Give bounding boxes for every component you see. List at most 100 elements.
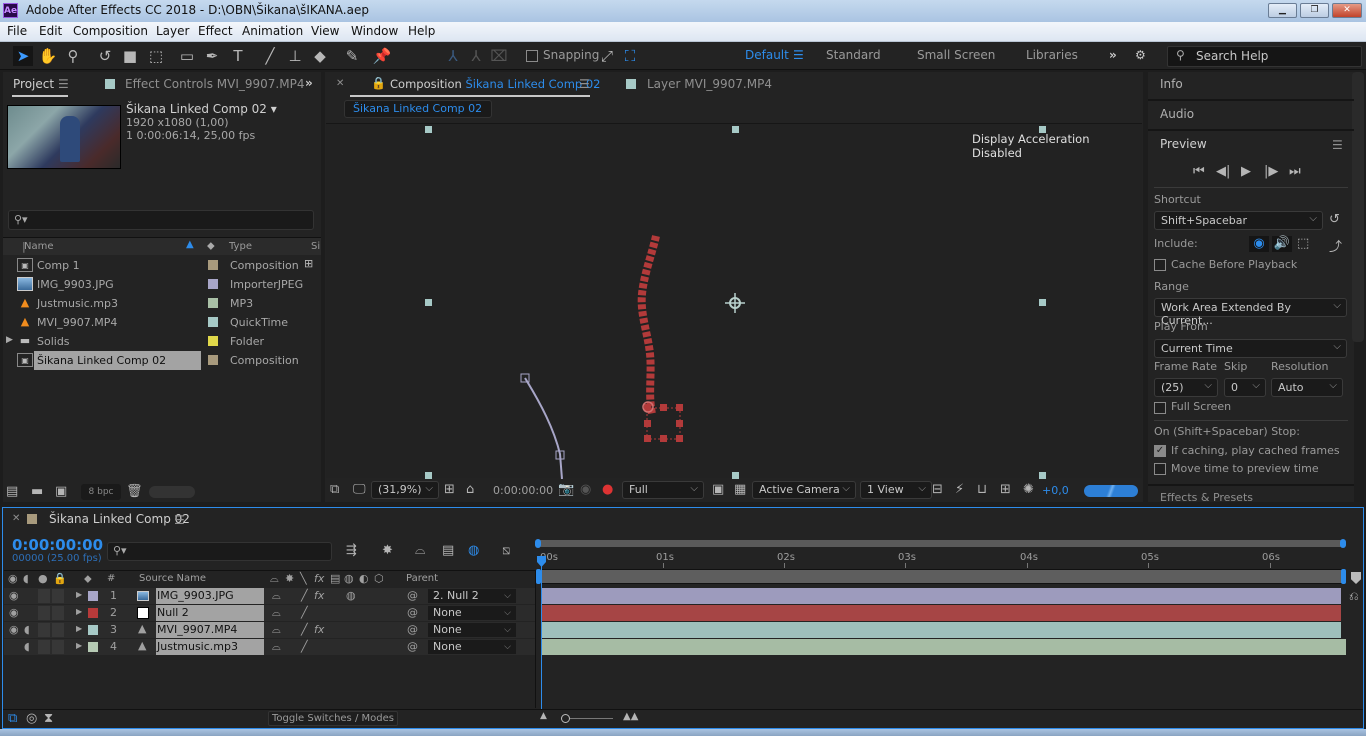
layer-switches-pane-icon[interactable]: ⧉ (8, 711, 17, 726)
dropdown-triangle-icon[interactable]: ▾ (271, 102, 277, 116)
tab-timeline-comp[interactable]: Šikana Linked Comp 02 (49, 512, 190, 526)
comp-mini-flowchart-icon[interactable]: ⇶ (346, 543, 357, 558)
project-item[interactable]: IMG_9903.JPG ImporterJPEG (0, 275, 320, 294)
workspace-default[interactable]: Default (745, 48, 789, 62)
label-color-swatch[interactable] (88, 642, 98, 652)
right-panel-scrollbar[interactable] (1352, 72, 1364, 342)
tab-composition[interactable]: Composition Šikana Linked Comp 02 (390, 77, 601, 91)
timeline-zoom-handle[interactable] (561, 714, 570, 723)
camera-tool-icon[interactable]: ■ (120, 46, 140, 66)
first-frame-icon[interactable]: ⏮ (1193, 164, 1205, 179)
always-preview-icon[interactable]: ⧉ (330, 482, 339, 497)
panel-info[interactable]: Info (1160, 77, 1183, 91)
motion-blur-icon[interactable]: ◍ (468, 543, 479, 558)
play-from-select[interactable]: Current Time ⌵ (1154, 339, 1347, 358)
puppet-pin-tool-icon[interactable]: 📌 (372, 46, 392, 66)
timeline-menu-icon[interactable]: ☰ (174, 513, 185, 527)
previous-frame-icon[interactable]: ◀| (1216, 164, 1230, 179)
include-audio-icon[interactable]: 🔊 (1272, 236, 1292, 252)
include-overlays-icon[interactable]: ⬚ (1297, 236, 1309, 251)
column-source-name[interactable]: Source Name (139, 573, 206, 584)
transparency-grid-icon[interactable]: ▦ (734, 482, 746, 497)
flowchart-icon[interactable]: ⊞ (1000, 482, 1011, 497)
selection-tool-icon[interactable]: ➤ (13, 46, 33, 66)
sort-ascending-icon[interactable]: ▲ (186, 239, 194, 250)
menu-composition[interactable]: Composition (73, 24, 148, 38)
close-timeline-tab-icon[interactable]: ✕ (12, 513, 20, 524)
solo-switch[interactable] (38, 623, 50, 637)
cache-before-playback-checkbox[interactable] (1154, 259, 1166, 271)
layer-name[interactable]: MVI_9907.MP4 (156, 622, 264, 638)
solo-switch[interactable] (38, 640, 50, 654)
last-frame-icon[interactable]: ⏭ (1289, 164, 1301, 179)
comp-viewer[interactable]: Display Acceleration Disabled (326, 123, 1142, 479)
snap-features-icon[interactable]: ⛶ (620, 46, 640, 66)
panel-effects-presets[interactable]: Effects & Presets (1160, 491, 1253, 504)
workspace-libraries[interactable]: Libraries (1026, 48, 1078, 62)
roto-brush-tool-icon[interactable]: ✎ (342, 46, 362, 66)
column-parent[interactable]: Parent (406, 573, 438, 584)
layer-duration-bar[interactable] (542, 605, 1341, 621)
channel-rgb-icon[interactable]: ● (602, 482, 613, 497)
view-layout-select[interactable]: 1 View ⌵ (860, 481, 932, 499)
label-color-swatch[interactable] (88, 591, 98, 601)
bit-depth-button[interactable]: 8 bpc (81, 484, 121, 500)
project-panel-menu-icon[interactable]: ☰ (58, 77, 69, 91)
layer-row[interactable]: ◖ ▶ 4 ▲ Justmusic.mp3 ⌓ ╱ @ None ⌵ (4, 639, 536, 655)
timeline-current-time[interactable]: 0:00:00:00 (12, 536, 103, 554)
label-color-swatch[interactable] (208, 279, 218, 289)
label-color-swatch[interactable] (88, 625, 98, 635)
workspace-standard[interactable]: Standard (826, 48, 881, 62)
show-snapshot-icon[interactable]: ◉ (580, 482, 591, 497)
work-area-bar[interactable] (540, 569, 1343, 584)
panel-audio[interactable]: Audio (1160, 107, 1194, 121)
menu-help[interactable]: Help (408, 24, 435, 38)
eraser-tool-icon[interactable]: ◆ (310, 46, 330, 66)
menu-view[interactable]: View (311, 24, 339, 38)
label-color-swatch[interactable] (208, 260, 218, 270)
frame-blending-icon[interactable]: ▤ (442, 543, 454, 558)
monitor-icon[interactable]: 🖵 (353, 482, 366, 497)
range-select[interactable]: Work Area Extended By Current... ⌵ (1154, 298, 1347, 327)
local-axis-icon[interactable]: ⅄ (443, 46, 463, 66)
preview-menu-icon[interactable]: ☰ (1332, 138, 1343, 152)
navigator-start-handle[interactable] (535, 539, 541, 548)
parent-select[interactable]: 2. Null 2 ⌵ (428, 589, 516, 603)
move-time-checkbox[interactable] (1154, 463, 1166, 475)
column-name[interactable]: Name (24, 241, 54, 252)
parent-select[interactable]: None ⌵ (428, 606, 516, 620)
view-axis-icon[interactable]: ⌧ (489, 46, 509, 66)
project-search-input[interactable]: ⚲▾ (8, 210, 314, 230)
lock-switch[interactable] (52, 640, 64, 654)
audio-speaker-icon[interactable]: ◖ (24, 640, 30, 653)
comp-breadcrumb[interactable]: Šikana Linked Comp 02 (344, 100, 492, 118)
expand-triangle-icon[interactable]: ▶ (76, 607, 82, 616)
resolution-select[interactable]: Full ⌵ (622, 481, 704, 499)
mask-visibility-icon[interactable]: ⌂ (466, 482, 474, 497)
lock-switch[interactable] (52, 623, 64, 637)
world-axis-icon[interactable]: ⅄ (466, 46, 486, 66)
next-frame-icon[interactable]: |▶ (1264, 164, 1278, 179)
project-item-selected[interactable]: ▣ Šikana Linked Comp 02 Composition (0, 351, 320, 370)
clone-stamp-tool-icon[interactable]: ⊥ (285, 46, 305, 66)
timeline-icon[interactable]: ⊔ (977, 482, 987, 497)
effect-switch-icon[interactable]: fx (314, 589, 324, 602)
comp-panel-menu-icon[interactable]: ☰ (579, 77, 590, 91)
selected-item-name[interactable]: Šikana Linked Comp 02 ▾ (126, 102, 277, 116)
transfer-controls-pane-icon[interactable]: ◎ (26, 711, 37, 726)
draft-3d-icon[interactable]: ✸ (382, 543, 393, 558)
rectangle-tool-icon[interactable]: ▭ (177, 46, 197, 66)
menu-edit[interactable]: Edit (39, 24, 62, 38)
workspace-small-screen[interactable]: Small Screen (917, 48, 995, 62)
flowchart-icon[interactable]: ⊞ (304, 257, 313, 270)
new-composition-icon[interactable]: ▣ (55, 484, 67, 499)
lock-switch[interactable] (52, 606, 64, 620)
shy-layers-icon[interactable]: ⌓ (415, 543, 425, 558)
pick-whip-icon[interactable]: @ (407, 606, 418, 619)
menu-file[interactable]: File (7, 24, 27, 38)
layer-name[interactable]: IMG_9903.JPG (156, 588, 264, 604)
layer-duration-bar[interactable] (542, 588, 1341, 604)
hand-tool-icon[interactable]: ✋ (38, 46, 58, 66)
new-folder-icon[interactable]: ▬ (31, 484, 43, 499)
region-of-interest-icon[interactable]: ▣ (712, 482, 724, 497)
